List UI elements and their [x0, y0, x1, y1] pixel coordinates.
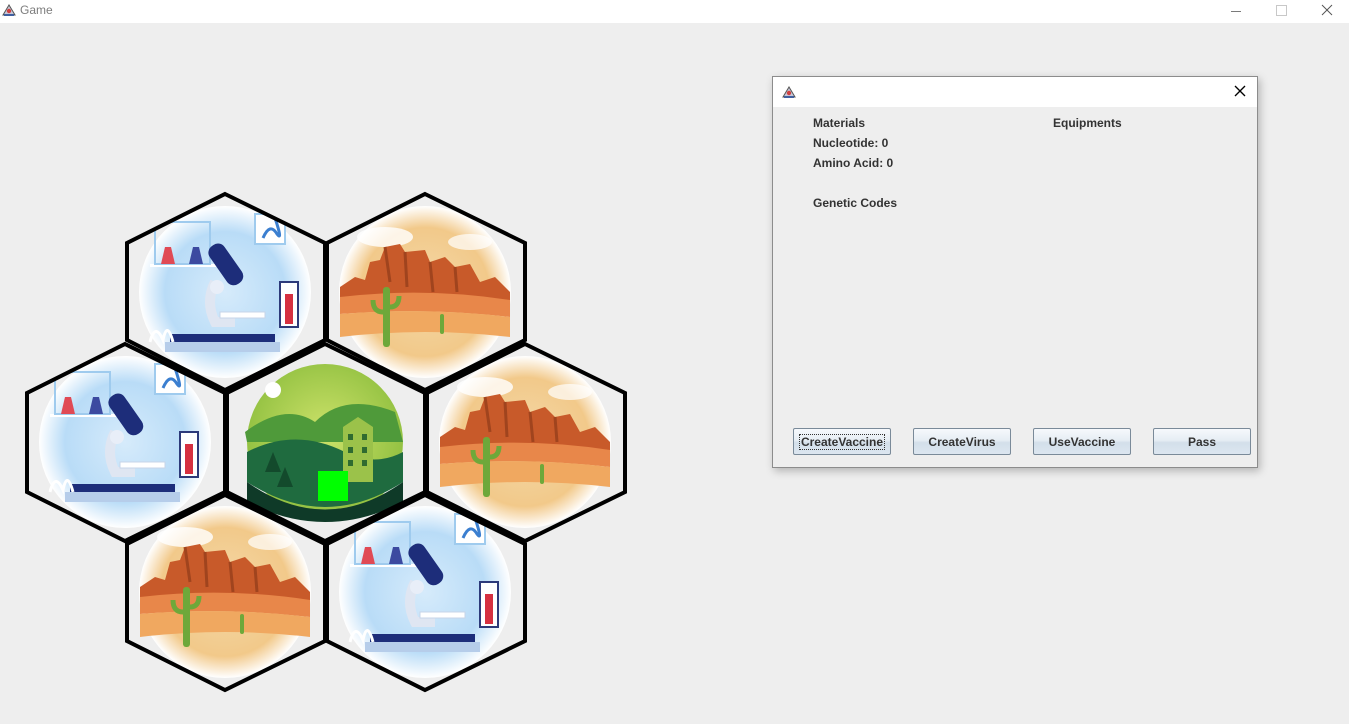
genetic-codes-heading: Genetic Codes [813, 196, 898, 210]
maximize-button[interactable] [1258, 0, 1303, 23]
pass-button[interactable]: Pass [1153, 428, 1251, 455]
dialog-close-button[interactable] [1225, 82, 1255, 104]
hex-board [25, 191, 627, 693]
dialog-titlebar [773, 77, 1257, 107]
player-marker [318, 471, 348, 501]
create-vaccine-button[interactable]: CreateVaccine [793, 428, 891, 455]
materials-heading: Materials [813, 116, 866, 130]
create-virus-button[interactable]: CreateVirus [913, 428, 1011, 455]
minimize-button[interactable] [1213, 0, 1258, 23]
equipments-heading: Equipments [1053, 116, 1122, 130]
nucleotide-count: Nucleotide: 0 [813, 136, 889, 150]
use-vaccine-button[interactable]: UseVaccine [1033, 428, 1131, 455]
amino-acid-count: Amino Acid: 0 [813, 156, 894, 170]
close-icon [1234, 85, 1246, 97]
create-virus-label: CreateVirus [928, 434, 996, 449]
close-window-button[interactable] [1303, 0, 1348, 23]
create-vaccine-label: CreateVaccine [798, 433, 886, 450]
maximize-icon [1276, 5, 1287, 16]
pass-label: Pass [1187, 434, 1217, 449]
use-vaccine-label: UseVaccine [1048, 434, 1116, 449]
minimize-icon [1231, 11, 1241, 12]
java-app-icon [782, 86, 796, 98]
close-icon [1321, 4, 1333, 16]
player-inventory-dialog: Materials Nucleotide: 0 Amino Acid: 0 Ge… [772, 76, 1258, 468]
